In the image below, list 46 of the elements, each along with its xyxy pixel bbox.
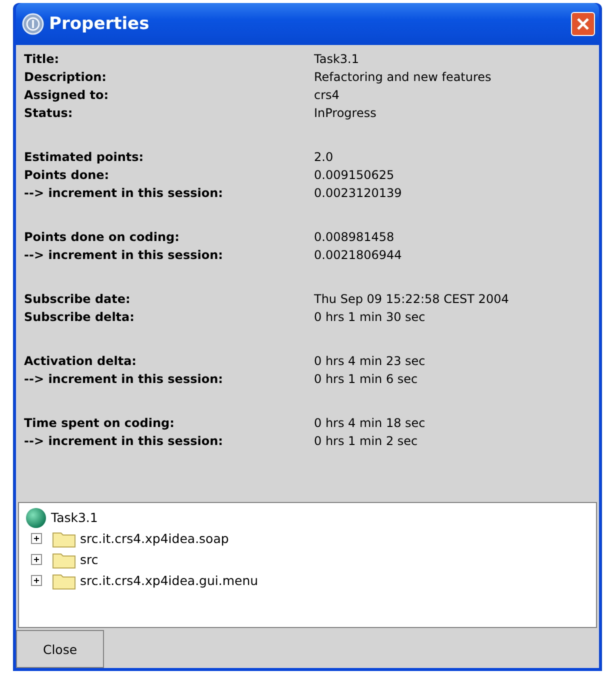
folder-icon: [52, 550, 76, 568]
property-value: 0 hrs 4 min 23 sec: [314, 354, 426, 368]
window-title: Properties: [49, 14, 150, 34]
property-label: --> increment in this session:: [24, 186, 224, 200]
property-label: Points done on coding:: [24, 230, 180, 244]
property-label: Estimated points:: [24, 150, 145, 164]
property-value: 0.008981458: [314, 230, 394, 244]
property-label: --> increment in this session:: [24, 372, 224, 386]
property-label: Activation delta:: [24, 354, 138, 368]
property-value: 0.0023120139: [314, 186, 402, 200]
property-label: --> increment in this session:: [24, 248, 224, 262]
property-label: Points done:: [24, 168, 110, 182]
property-label: Description:: [24, 70, 108, 84]
property-label: Time spent on coding:: [24, 416, 176, 430]
property-value: 0 hrs 1 min 6 sec: [314, 372, 418, 386]
property-value: 0 hrs 1 min 30 sec: [314, 310, 426, 324]
property-value: InProgress: [314, 106, 376, 120]
property-label: Assigned to:: [24, 88, 110, 102]
close-button[interactable]: [571, 12, 595, 36]
property-value: Task3.1: [314, 52, 359, 66]
close-button[interactable]: Close: [16, 630, 104, 668]
property-value: Refactoring and new features: [314, 70, 492, 84]
property-value: 0.0021806944: [314, 248, 402, 262]
folder-icon: [52, 572, 76, 590]
tree-item[interactable]: Task3.1: [51, 510, 98, 525]
tree-item[interactable]: src.it.crs4.xp4idea.soap: [80, 531, 229, 546]
sphere-icon: [25, 506, 47, 528]
property-label: Subscribe delta:: [24, 310, 136, 324]
folder-icon: [52, 530, 76, 548]
expand-icon[interactable]: [31, 575, 42, 586]
property-label: Status:: [24, 106, 74, 120]
property-value: 2.0: [314, 150, 334, 164]
property-value: Thu Sep 09 15:22:58 CEST 2004: [314, 292, 509, 306]
close-icon: [576, 17, 590, 31]
property-value: 0 hrs 1 min 2 sec: [314, 434, 418, 448]
property-label: Subscribe date:: [24, 292, 132, 306]
property-value: crs4: [314, 88, 340, 102]
property-label: --> increment in this session:: [24, 434, 224, 448]
expand-icon[interactable]: [31, 554, 42, 565]
tree-item[interactable]: src: [80, 552, 98, 567]
tree-item[interactable]: src.it.crs4.xp4idea.gui.menu: [80, 573, 258, 588]
expand-icon[interactable]: [31, 533, 42, 544]
property-label: Title:: [24, 52, 60, 66]
property-value: 0.009150625: [314, 168, 394, 182]
property-value: 0 hrs 4 min 18 sec: [314, 416, 426, 430]
app-icon: [22, 13, 44, 35]
